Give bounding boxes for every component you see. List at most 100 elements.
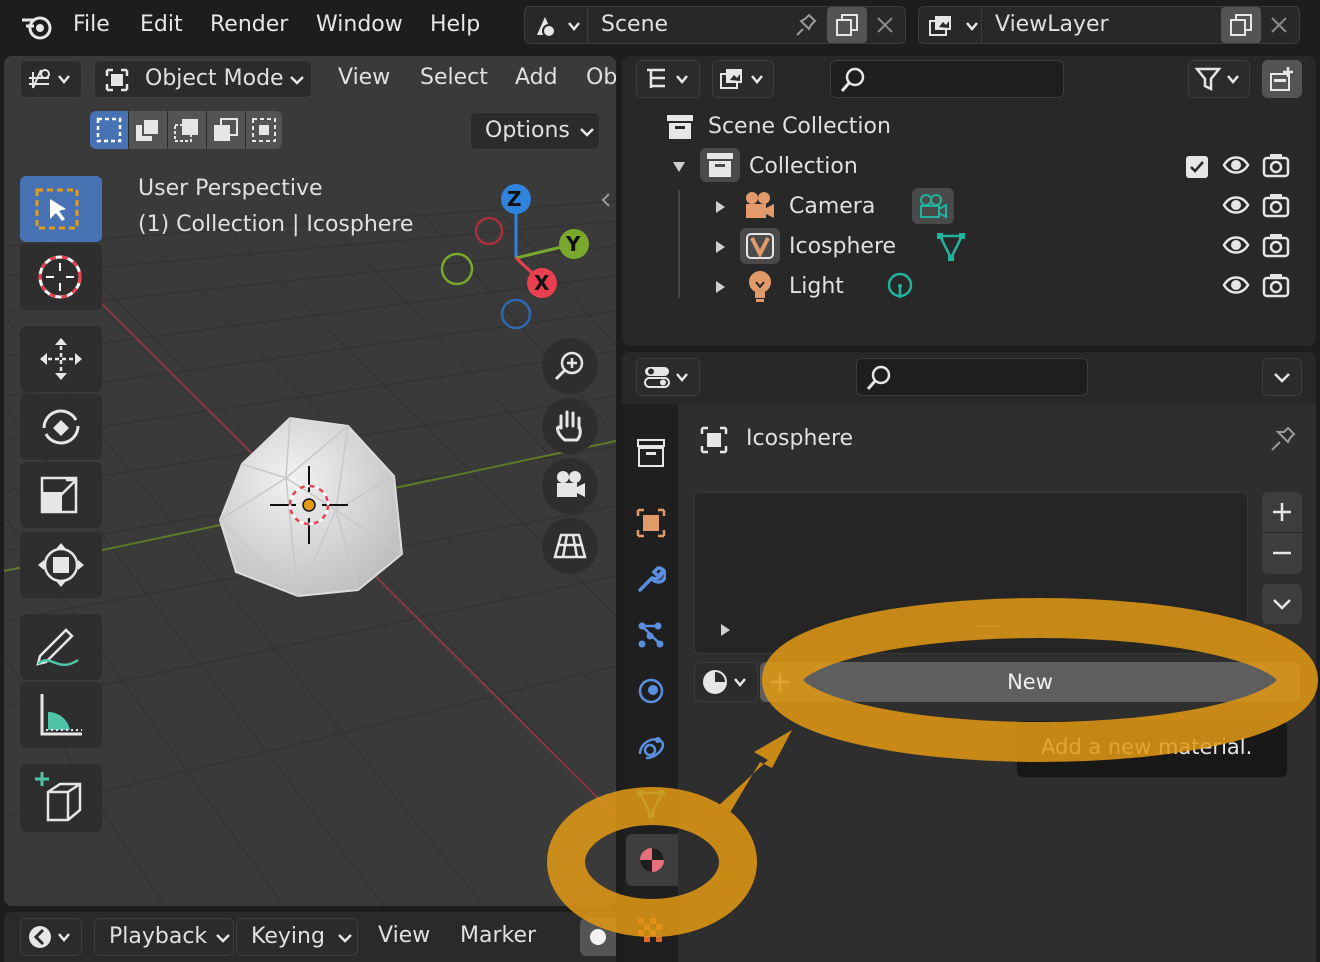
viewport-menu-object[interactable]: Ob: [586, 65, 616, 90]
light-label[interactable]: Light: [789, 274, 844, 299]
tool-select-box[interactable]: [20, 176, 102, 242]
outliner-editor-type-button[interactable]: [636, 60, 700, 98]
camera-label[interactable]: Camera: [789, 194, 875, 219]
viewport-menu-add[interactable]: Add: [515, 65, 558, 90]
eye-icon[interactable]: [1222, 274, 1250, 296]
blender-logo-icon[interactable]: [20, 10, 54, 42]
select-subtract-button[interactable]: [168, 111, 206, 149]
display-mode-button[interactable]: [712, 60, 774, 98]
filter-button[interactable]: [1188, 60, 1250, 98]
tab-particles[interactable]: [636, 620, 666, 650]
chevron-down-icon: [579, 125, 595, 139]
timeline-menu-marker[interactable]: Marker: [460, 923, 536, 948]
add-slot-button[interactable]: [1262, 492, 1302, 532]
playback-dropdown[interactable]: Playback: [94, 918, 234, 956]
render-camera-icon[interactable]: [1262, 152, 1290, 178]
light-data-icon[interactable]: [886, 272, 914, 302]
viewport-menu-select[interactable]: Select: [420, 65, 488, 90]
camera-data-icon[interactable]: [912, 188, 954, 224]
timeline-editor-type-button[interactable]: [20, 918, 82, 956]
perspective-toggle-button[interactable]: [542, 518, 598, 574]
scene-collection-label[interactable]: Scene Collection: [708, 114, 891, 139]
menu-render[interactable]: Render: [210, 12, 288, 37]
viewport-menu-view[interactable]: View: [338, 65, 390, 90]
tab-material[interactable]: [626, 834, 678, 886]
options-dropdown[interactable]: Options: [470, 112, 600, 150]
slot-add-remove-group: [1262, 492, 1302, 574]
tool-scale[interactable]: [20, 462, 102, 528]
menu-file[interactable]: File: [73, 12, 110, 37]
eye-icon[interactable]: [1222, 234, 1250, 256]
new-scene-button[interactable]: [827, 7, 867, 43]
scene-selector[interactable]: Scene: [524, 6, 906, 44]
object-mode-dropdown[interactable]: Object Mode: [94, 60, 312, 98]
chevron-down-icon: [215, 931, 231, 945]
slot-specials-button[interactable]: [1262, 584, 1302, 624]
zoom-button[interactable]: [542, 338, 598, 394]
properties-options-button[interactable]: [1262, 358, 1302, 396]
icosphere-label[interactable]: Icosphere: [789, 234, 896, 259]
tool-rotate[interactable]: [20, 394, 102, 460]
tool-cursor[interactable]: [20, 244, 102, 310]
resize-handle[interactable]: [977, 625, 999, 637]
menu-edit[interactable]: Edit: [140, 12, 183, 37]
scene-name[interactable]: Scene: [601, 12, 668, 37]
eye-icon[interactable]: [1222, 194, 1250, 216]
camera-expand-arrow[interactable]: [714, 200, 726, 214]
collection-checkbox[interactable]: [1186, 156, 1208, 178]
tool-measure[interactable]: [20, 682, 102, 748]
tool-add-cube[interactable]: [20, 764, 102, 832]
camera-view-button[interactable]: [542, 458, 598, 514]
tab-texture[interactable]: [636, 916, 666, 946]
select-extend-button[interactable]: [129, 111, 167, 149]
tool-move[interactable]: [20, 326, 102, 392]
properties-area: Icosphere New Add a new material.: [622, 352, 1316, 962]
select-intersect-button[interactable]: [246, 111, 282, 149]
expand-arrow-icon[interactable]: [719, 623, 731, 637]
close-viewlayer-icon[interactable]: [1269, 15, 1289, 35]
new-material-button[interactable]: New: [760, 662, 1300, 702]
record-button[interactable]: [580, 918, 616, 956]
render-camera-icon[interactable]: [1262, 192, 1290, 218]
close-scene-icon[interactable]: [875, 15, 895, 35]
eye-icon[interactable]: [1222, 154, 1250, 176]
properties-editor-type-button[interactable]: [636, 358, 700, 396]
new-viewlayer-button[interactable]: [1221, 7, 1261, 43]
timeline-menu-view[interactable]: View: [378, 923, 430, 948]
tab-object[interactable]: [636, 508, 666, 538]
collection-expand-arrow[interactable]: [672, 160, 686, 174]
select-invert-button[interactable]: [207, 111, 245, 149]
tool-transform[interactable]: [20, 532, 102, 598]
tab-scene-collection[interactable]: [636, 438, 666, 468]
tab-constraints[interactable]: [636, 732, 666, 762]
mesh-data-icon[interactable]: [936, 230, 966, 262]
browse-material-button[interactable]: [694, 662, 758, 702]
menu-window[interactable]: Window: [316, 12, 403, 37]
tool-annotate[interactable]: [20, 614, 102, 680]
pin-icon[interactable]: [791, 13, 819, 39]
render-camera-icon[interactable]: [1262, 272, 1290, 298]
properties-search-input[interactable]: [856, 358, 1088, 396]
select-new-button[interactable]: [90, 111, 128, 149]
pin-icon[interactable]: [1268, 424, 1298, 454]
tab-modifiers-wrench-icon[interactable]: [636, 564, 666, 594]
remove-slot-button[interactable]: [1262, 533, 1302, 573]
tab-physics[interactable]: [636, 676, 666, 706]
render-camera-icon[interactable]: [1262, 232, 1290, 258]
editor-type-button[interactable]: [20, 60, 82, 98]
viewlayer-name[interactable]: ViewLayer: [995, 12, 1109, 37]
material-slot-list[interactable]: [694, 492, 1248, 654]
tab-object-data[interactable]: [636, 788, 666, 818]
timeline-header: Playback Keying View Marker: [4, 912, 616, 962]
icosphere-expand-arrow[interactable]: [714, 240, 726, 254]
viewport-area[interactable]: Object Mode View Select Add Ob Options U…: [4, 56, 616, 906]
collection-info-label: (1) Collection | Icosphere: [138, 212, 414, 237]
new-collection-button[interactable]: [1262, 60, 1302, 98]
keying-dropdown[interactable]: Keying: [236, 918, 358, 956]
pan-hand-icon[interactable]: [542, 398, 598, 454]
light-expand-arrow[interactable]: [714, 280, 726, 294]
viewlayer-selector[interactable]: ViewLayer: [918, 6, 1300, 44]
outliner-search-input[interactable]: [830, 60, 1064, 98]
collection-label[interactable]: Collection: [749, 154, 858, 179]
menu-help[interactable]: Help: [430, 12, 480, 37]
